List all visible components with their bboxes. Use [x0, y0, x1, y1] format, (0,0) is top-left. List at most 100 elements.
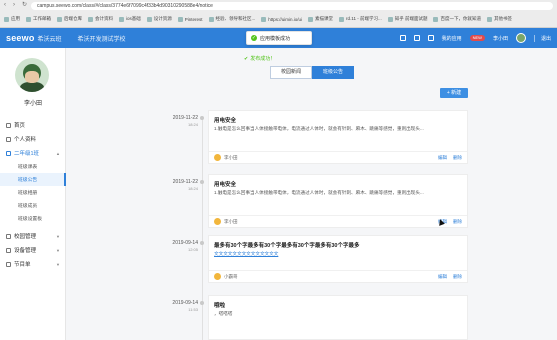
notice-time: 12:05	[187, 247, 198, 252]
check-icon: ✓	[251, 35, 257, 41]
logo[interactable]: seewo	[6, 33, 35, 43]
bookmark-label: 后端仓库	[64, 16, 82, 21]
bookmarks-bar: 应用 工作邮箱 后端仓库 会计资料 ios基础 设计资源 Pinterest 经…	[0, 11, 557, 27]
tab-class-notice[interactable]: 班级公告	[312, 66, 354, 79]
timeline-dot	[200, 301, 204, 305]
bookmark[interactable]: rd.11 - 前端学习...	[339, 16, 382, 22]
my-apps-link[interactable]: 我的应用	[442, 35, 462, 42]
avatar-face	[25, 71, 39, 83]
bookmark-icon	[339, 16, 345, 22]
notice-card[interactable]: 最多有30个字最多有30个字最多有30个字最多有30个字最多 文文文文文文文文文…	[208, 235, 468, 283]
timeline-dot	[200, 241, 204, 245]
bookmark-icon	[88, 16, 93, 22]
bookmark[interactable]: 工作邮箱	[26, 16, 51, 22]
bookmark[interactable]: 其他书签	[486, 16, 512, 22]
bookmark[interactable]: 知乎 前端面试题	[387, 16, 428, 22]
forward-icon[interactable]: ›	[13, 2, 18, 8]
bookmark[interactable]: 素描课堂	[308, 16, 333, 22]
logout-button[interactable]: 退出	[533, 34, 551, 42]
notice-card[interactable]: 用电安全 1.触电是怎么回事当人体接触带电体，电流通过人体时，就会有针刺、麻木、…	[208, 110, 468, 164]
sidebar-subitem-schedule[interactable]: 班级课表	[0, 160, 66, 173]
author-avatar	[214, 273, 221, 280]
bookmark-icon	[57, 16, 62, 22]
bookmark[interactable]: https://uimin.io/ui	[261, 16, 303, 22]
notice-author: 李小田	[224, 154, 238, 160]
sidebar-item-profile[interactable]: 个人资料	[0, 132, 66, 146]
edit-button[interactable]: 编辑	[438, 155, 447, 161]
bookmark-label: ios基础	[126, 16, 141, 21]
sidebar-item-devices[interactable]: 设备管理 ▼	[0, 243, 66, 257]
sidebar-subitem-notice[interactable]: 班级公告	[0, 173, 66, 186]
bookmark[interactable]: 应用	[4, 16, 20, 22]
tab-bar: 校园新闻 班级公告	[270, 66, 354, 79]
notice-title: 最多有30个字最多有30个字最多有30个字最多有30个字最多	[214, 243, 360, 249]
bookmark-label: rd.11 - 前端学习...	[346, 16, 382, 21]
address-bar[interactable]: campus.seewo.com/class/#/class/3774e6f70…	[31, 1, 553, 10]
notice-body: 文文文文文文文文文文文文文文	[214, 251, 279, 256]
browser-chrome: ‹ › ↻ campus.seewo.com/class/#/class/377…	[0, 0, 557, 28]
bookmark-label: 知乎 前端面试题	[394, 16, 428, 21]
sidebar-item-programs[interactable]: 节目单 ▼	[0, 257, 66, 271]
bookmark[interactable]: 百度一下，你就知道	[433, 16, 481, 22]
header-actions: 我的应用 NEW 李小田 退出	[399, 33, 551, 43]
bookmark[interactable]: 后端仓库	[57, 16, 82, 22]
bookmark[interactable]: Pinterest	[177, 16, 203, 22]
chevron-down-icon: ▼	[56, 247, 60, 253]
notice-card[interactable]: 哦啦 ，嗒嗒嗒	[208, 295, 468, 340]
delete-button[interactable]: 删除	[453, 219, 462, 225]
notice-time: 18:24	[187, 186, 198, 191]
bookmark[interactable]: 会计资料	[88, 16, 113, 22]
grid-icon[interactable]	[399, 35, 406, 41]
back-icon[interactable]: ‹	[4, 2, 9, 8]
bookmark[interactable]: 设计资源	[146, 16, 172, 22]
bookmark-label: 工作邮箱	[33, 16, 51, 21]
sidebar-item-home[interactable]: 首页	[0, 118, 66, 132]
sidebar-item-label: 二年级1班	[14, 151, 40, 157]
delete-button[interactable]: 删除	[453, 155, 462, 161]
notice-author: 小霸哥	[224, 273, 238, 279]
sidebar-item-label: 节目单	[14, 262, 31, 268]
device-icon	[6, 247, 11, 253]
notice-title: 用电安全	[214, 118, 237, 124]
profile-name: 李小田	[23, 101, 42, 107]
sidebar-item-class[interactable]: 二年级1班 ▲	[0, 146, 66, 160]
address-row: ‹ › ↻ campus.seewo.com/class/#/class/377…	[0, 0, 557, 11]
notice-title: 哦啦	[214, 303, 226, 309]
bookmark-icon	[387, 16, 393, 22]
author-avatar	[214, 154, 221, 161]
notice-body: 1.触电是怎么回事当人体接触带电体，电流通过人体时，就会有针刺、麻木、跳痛等感觉…	[214, 190, 424, 195]
reload-icon[interactable]: ↻	[22, 2, 27, 8]
tab-campus-news[interactable]: 校园新闻	[270, 66, 312, 79]
avatar-body	[20, 82, 44, 92]
campus-icon	[6, 233, 11, 239]
bookmark[interactable]: 经验、领导和社区...	[208, 16, 255, 22]
publish-toast: ✔ 发布成功！	[244, 55, 275, 63]
new-notice-button[interactable]: + 新建	[440, 88, 468, 98]
chevron-down-icon: ▼	[56, 233, 60, 239]
sidebar-subitem-album[interactable]: 班级相册	[0, 186, 66, 199]
sidebar-subitem-members[interactable]: 班级成员	[0, 199, 66, 212]
delete-button[interactable]: 删除	[453, 274, 462, 280]
sidebar-item-campus[interactable]: 校园管理 ▼	[0, 229, 66, 243]
avatar[interactable]	[515, 33, 526, 43]
sidebar-menu: 首页 个人资料 二年级1班 ▲ 班级课表 班级公告 班级相册 班级成员 班级设置板…	[0, 118, 66, 271]
notice-date: 2019-11-22	[172, 179, 198, 185]
bookmark-label: https://uimin.io/ui	[268, 16, 303, 22]
notice-time: 11:53	[188, 307, 198, 312]
sidebar-item-label: 校园管理	[14, 234, 37, 240]
school-name[interactable]: 希沃开发测试学校	[78, 34, 126, 43]
edit-button[interactable]: 编辑	[438, 274, 447, 280]
sidebar-subitem-settings[interactable]: 班级设置板	[0, 212, 66, 225]
bookmark-icon	[433, 16, 439, 22]
bookmark[interactable]: ios基础	[119, 16, 141, 22]
message-icon[interactable]	[413, 35, 420, 41]
user-name[interactable]: 李小田	[493, 35, 508, 42]
notice-card[interactable]: 用电安全 1.触电是怎么回事当人体接触带电体，电流通过人体时，就会有针刺、麻木、…	[208, 174, 468, 228]
notice-date: 2019-09-14	[172, 300, 198, 306]
timeline-dot	[200, 180, 204, 184]
bookmark-icon	[26, 16, 31, 22]
notice-actions: 编辑 删除	[438, 155, 462, 161]
profile-avatar[interactable]	[15, 58, 49, 92]
sidebar: 李小田 首页 个人资料 二年级1班 ▲ 班级课表 班级公告 班级相册 班级成员 班…	[0, 48, 66, 340]
bookmark-icon	[119, 16, 124, 22]
